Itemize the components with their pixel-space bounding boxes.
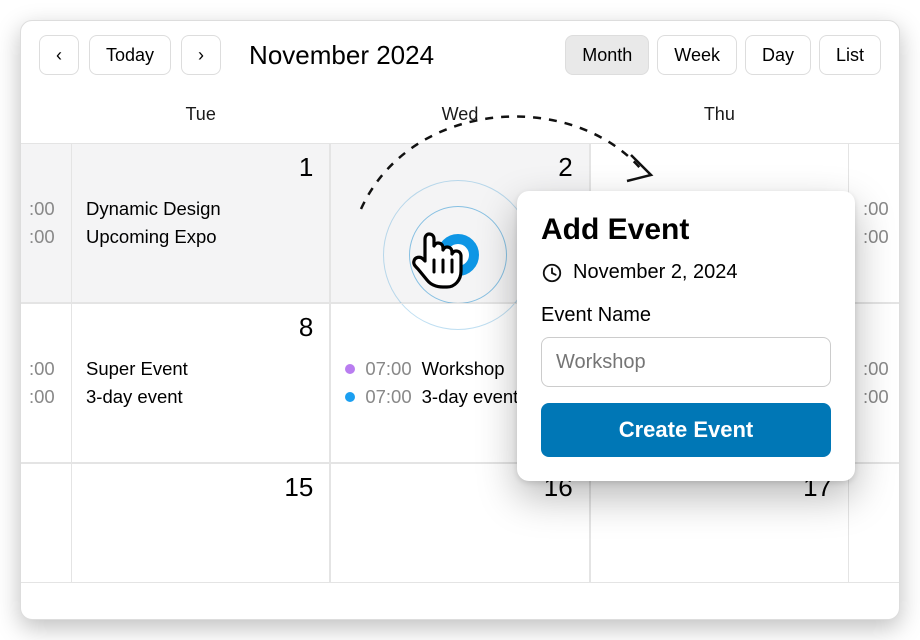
day-header-wed: Wed — [330, 85, 589, 143]
event-title: 3-day event — [86, 386, 183, 408]
day-header-thu: Thu — [590, 85, 849, 143]
toolbar: ‹ Today › November 2024 Month Week Day L… — [21, 21, 899, 85]
view-day-button[interactable]: Day — [745, 35, 811, 75]
event-title: Upcoming Expo — [86, 226, 217, 248]
edge-cell: :00 :00 — [21, 143, 71, 303]
event-title: Super Event — [86, 358, 188, 380]
calendar-title: November 2024 — [249, 40, 434, 71]
event-dot-icon — [345, 364, 355, 374]
event-time-fragment: :00 — [29, 386, 57, 408]
popover-date-text: November 2, 2024 — [573, 261, 738, 284]
edge-cell — [849, 463, 899, 583]
event-time-fragment: :00 3 — [863, 386, 885, 408]
day-headers: Tue Wed Thu — [21, 85, 899, 143]
event-title: 3-day event — [422, 386, 519, 408]
edge-cell: :00 3 :00 3 — [849, 143, 899, 303]
pointer-cursor-icon — [409, 228, 465, 290]
next-button[interactable]: › — [181, 35, 221, 75]
popover-title: Add Event — [541, 213, 831, 247]
day-cell[interactable]: 8 Super Event 3-day event — [71, 303, 330, 463]
event-name-label: Event Name — [541, 304, 831, 327]
event-time: 07:00 — [365, 386, 411, 408]
edge-cell: :00 3 :00 3 — [849, 303, 899, 463]
create-event-button[interactable]: Create Event — [541, 403, 831, 457]
calendar-event[interactable]: Dynamic Design — [86, 198, 315, 220]
clock-icon — [541, 262, 563, 284]
view-list-button[interactable]: List — [819, 35, 881, 75]
prev-button[interactable]: ‹ — [39, 35, 79, 75]
event-dot-icon — [345, 392, 355, 402]
event-time-fragment: :00 3 — [863, 226, 885, 248]
date-number: 8 — [299, 312, 313, 343]
view-month-button[interactable]: Month — [565, 35, 649, 75]
view-switcher: Month Week Day List — [565, 35, 881, 75]
event-time-fragment: :00 — [29, 358, 57, 380]
chevron-right-icon: › — [198, 45, 204, 66]
day-cell[interactable]: 16 — [330, 463, 589, 583]
event-name-input[interactable] — [541, 337, 831, 387]
day-cell[interactable]: 1 Dynamic Design Upcoming Expo — [71, 143, 330, 303]
edge-cell: :00 :00 — [21, 303, 71, 463]
event-time-fragment: :00 — [29, 226, 57, 248]
day-header-tue: Tue — [71, 85, 330, 143]
date-number: 1 — [299, 152, 313, 183]
calendar-panel: ‹ Today › November 2024 Month Week Day L… — [20, 20, 900, 620]
calendar-event[interactable]: 3-day event — [86, 386, 315, 408]
event-time-fragment: :00 3 — [863, 358, 885, 380]
view-week-button[interactable]: Week — [657, 35, 737, 75]
event-title: Dynamic Design — [86, 198, 221, 220]
event-time: 07:00 — [365, 358, 411, 380]
chevron-left-icon: ‹ — [56, 45, 62, 66]
popover-date: November 2, 2024 — [541, 261, 831, 284]
event-title: Workshop — [422, 358, 505, 380]
date-number: 2 — [558, 152, 572, 183]
edge-cell — [21, 463, 71, 583]
day-cell[interactable]: 17 — [590, 463, 849, 583]
calendar-event[interactable]: Upcoming Expo — [86, 226, 315, 248]
add-event-popover: Add Event November 2, 2024 Event Name Cr… — [517, 191, 855, 481]
calendar-event[interactable]: Super Event — [86, 358, 315, 380]
date-number: 15 — [284, 472, 313, 503]
event-time-fragment: :00 3 — [863, 198, 885, 220]
today-button[interactable]: Today — [89, 35, 171, 75]
event-time-fragment: :00 — [29, 198, 57, 220]
day-cell[interactable]: 15 — [71, 463, 330, 583]
